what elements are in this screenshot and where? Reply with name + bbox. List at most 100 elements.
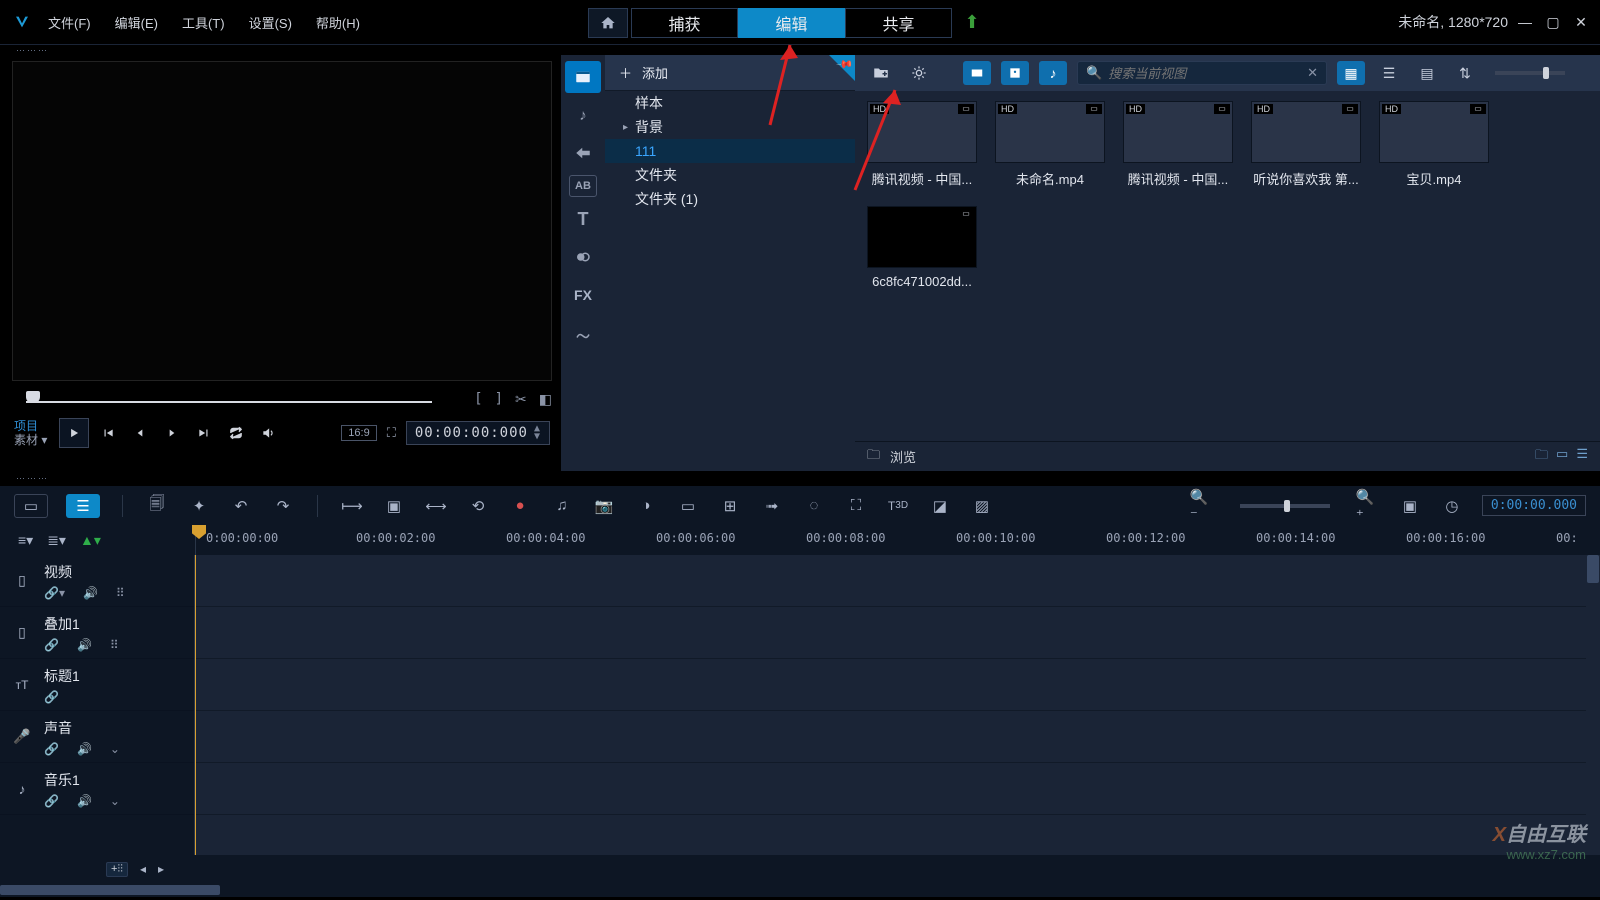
fit-project-icon[interactable]: ▣ — [1398, 494, 1422, 518]
rail-title-icon[interactable]: AB — [569, 175, 597, 197]
minimize-button[interactable]: — — [1514, 14, 1536, 30]
add-marker-icon[interactable]: ▲▾ — [80, 532, 101, 549]
motion-icon[interactable]: ➟ — [760, 494, 784, 518]
rail-overlay-icon[interactable] — [565, 241, 601, 273]
footer-card-icon[interactable]: ▭ — [1556, 446, 1568, 468]
upload-icon[interactable]: ⬆ — [952, 12, 992, 33]
tree-111[interactable]: 111 — [605, 139, 855, 163]
preview-mode-project[interactable]: 项目 — [14, 419, 47, 433]
track-overlay[interactable]: ▯ 叠加1 🔗🔊⠿ — [0, 607, 194, 659]
menu-tools[interactable]: 工具(T) — [182, 13, 225, 32]
expand-icon[interactable]: ⌄ — [110, 742, 120, 756]
filter-video-icon[interactable] — [963, 61, 991, 85]
mute-icon[interactable]: 🔊 — [77, 638, 92, 652]
mark-out-icon[interactable]: ] — [495, 391, 503, 408]
go-end-button[interactable] — [191, 420, 217, 446]
rail-fx-icon[interactable]: FX — [565, 279, 601, 311]
menu-help[interactable]: 帮助(H) — [316, 13, 360, 32]
zoom-out-icon[interactable]: 🔍⁻ — [1190, 494, 1214, 518]
footer-folder-icon[interactable]: 🗀 — [1535, 446, 1548, 468]
tab-share[interactable]: 共享 — [845, 8, 952, 38]
track-lanes[interactable] — [195, 555, 1600, 855]
undo-icon[interactable]: ↶ — [229, 494, 253, 518]
playhead-icon[interactable] — [199, 525, 200, 555]
browse-label[interactable]: 浏览 — [890, 447, 916, 466]
view-thumb-icon[interactable]: ▦ — [1337, 61, 1365, 85]
zoom-in-icon[interactable]: 🔍⁺ — [1356, 494, 1380, 518]
mark-in-icon[interactable]: [ — [474, 391, 482, 408]
scrub-track[interactable] — [26, 401, 432, 403]
search-input[interactable] — [1108, 66, 1301, 81]
tab-edit[interactable]: 编辑 — [738, 8, 845, 38]
rail-path-icon[interactable] — [565, 317, 601, 349]
track-music[interactable]: ♪ 音乐1 🔗🔊⌄ — [0, 763, 194, 815]
fx-toggle-icon[interactable]: ⠿ — [110, 638, 119, 652]
timeline-ruler[interactable]: 0:00:00:00 00:00:02:00 00:00:04:00 00:00… — [195, 525, 1600, 555]
filter-audio-icon[interactable]: ♪ — [1039, 61, 1067, 85]
mark-in-out-icon[interactable]: ⟼ — [340, 494, 364, 518]
rail-media-icon[interactable] — [565, 61, 601, 93]
home-button[interactable] — [588, 8, 628, 38]
slip-icon[interactable]: ⟲ — [466, 494, 490, 518]
rail-transition-icon[interactable] — [565, 137, 601, 169]
zoom-slider[interactable] — [1240, 504, 1330, 508]
step-back-button[interactable] — [127, 420, 153, 446]
3d-title-icon[interactable]: T3D — [886, 494, 910, 518]
view-list-icon[interactable]: ☰ — [1375, 61, 1403, 85]
lane-title[interactable] — [195, 659, 1600, 711]
tree-folder-1[interactable]: 文件夹 (1) — [605, 187, 855, 211]
timecode-spinner-icon[interactable]: ▲▼ — [534, 425, 541, 441]
track-options-icon[interactable]: ≡▾ — [18, 532, 33, 549]
scroll-right-icon[interactable]: ▸ — [158, 862, 164, 876]
import-media-icon[interactable] — [867, 61, 895, 85]
link-icon[interactable]: 🔗 — [44, 794, 59, 808]
preview-mode-material[interactable]: 素材 ▾ — [14, 433, 47, 447]
redo-icon[interactable]: ↷ — [271, 494, 295, 518]
track-motion-icon[interactable]: ◌ — [802, 494, 826, 518]
mask-icon[interactable]: ◪ — [928, 494, 952, 518]
add-track-chip[interactable]: +⫶⫶ — [106, 862, 128, 877]
go-start-button[interactable] — [95, 420, 121, 446]
expand-icon[interactable]: ⌄ — [110, 794, 120, 808]
audio-mix-icon[interactable]: ♫ — [550, 494, 574, 518]
link-icon[interactable]: 🔗▾ — [44, 586, 65, 600]
library-item[interactable]: HD▭ 听说你喜欢我 第... — [1251, 101, 1361, 188]
preview-timecode[interactable]: 00:00:00:000 ▲▼ — [406, 421, 550, 445]
link-icon[interactable]: 🔗 — [44, 638, 59, 652]
library-item[interactable]: HD▭ 未命名.mp4 — [995, 101, 1105, 188]
timeline-timecode[interactable]: 0:00:00.000 — [1482, 495, 1586, 516]
mute-icon[interactable]: 🔊 — [77, 742, 92, 756]
fx-toggle-icon[interactable]: ⠿ — [116, 586, 125, 600]
track-title[interactable]: ᴛT 标题1 🔗 — [0, 659, 194, 711]
color-grade-icon[interactable]: ▨ — [970, 494, 994, 518]
split-icon[interactable]: ⟷ — [424, 494, 448, 518]
menu-settings[interactable]: 设置(S) — [249, 13, 292, 32]
view-grid-icon[interactable]: ▤ — [1413, 61, 1441, 85]
library-item[interactable]: HD▭ 腾讯视频 - 中国... — [1123, 101, 1233, 188]
volume-button[interactable] — [255, 420, 281, 446]
lane-music[interactable] — [195, 763, 1600, 815]
crop-icon[interactable]: ▣ — [382, 494, 406, 518]
menu-edit[interactable]: 编辑(E) — [115, 13, 158, 32]
pan-zoom-icon[interactable]: ⛶ — [844, 494, 868, 518]
rail-audio-icon[interactable]: ♪ — [565, 99, 601, 131]
capture-icon[interactable] — [905, 61, 933, 85]
snapshot-icon[interactable]: 📷 — [592, 494, 616, 518]
footer-list-icon[interactable]: ☰ — [1576, 446, 1588, 468]
track-video[interactable]: ▯ 视频 🔗▾🔊⠿ — [0, 555, 194, 607]
menu-file[interactable]: 文件(F) — [48, 13, 91, 32]
tree-folder[interactable]: 文件夹 — [605, 163, 855, 187]
filter-photo-icon[interactable] — [1001, 61, 1029, 85]
mute-icon[interactable]: 🔊 — [83, 586, 98, 600]
record-icon[interactable]: ● — [508, 494, 532, 518]
scroll-left-icon[interactable]: ◂ — [140, 862, 146, 876]
lane-overlay[interactable] — [195, 607, 1600, 659]
storyboard-view-icon[interactable]: ▭ — [14, 494, 48, 518]
maximize-button[interactable]: ▢ — [1542, 14, 1564, 31]
scissors-icon[interactable]: ✂ — [515, 391, 527, 408]
tools-icon[interactable]: ✦ — [187, 494, 211, 518]
thumb-size-slider[interactable] — [1495, 71, 1565, 75]
timeline-view-icon[interactable]: ☰ — [66, 494, 100, 518]
play-button[interactable] — [59, 418, 89, 448]
lane-video[interactable] — [195, 555, 1600, 607]
